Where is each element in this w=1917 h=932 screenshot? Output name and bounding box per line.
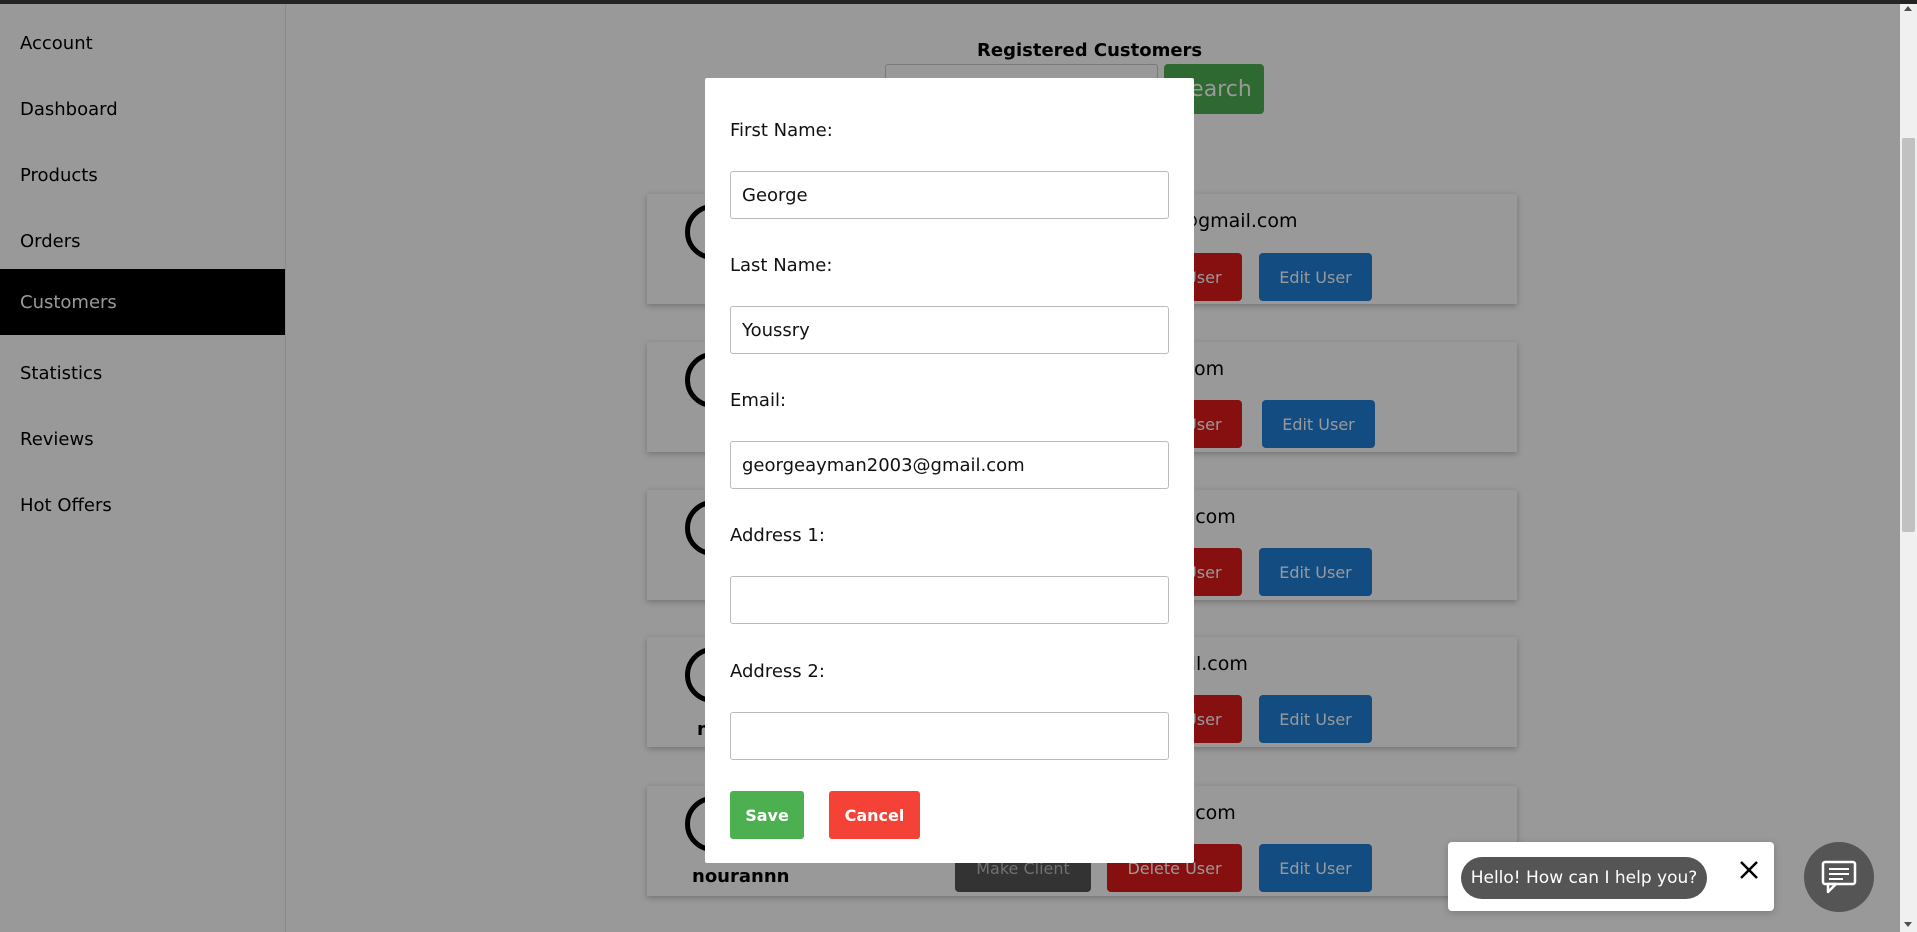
last-name-label: Last Name: [730,255,833,276]
address1-label: Address 1: [730,525,825,546]
chat-greeting[interactable]: Hello! How can I help you? [1461,857,1707,899]
address2-label: Address 2: [730,661,825,682]
address1-field[interactable] [730,576,1169,624]
address2-field[interactable] [730,712,1169,760]
cancel-button[interactable]: Cancel [829,791,920,839]
chat-greeting-popup: Hello! How can I help you? [1448,842,1774,911]
scroll-up-icon[interactable] [1904,6,1912,11]
edit-user-modal: First Name: George Last Name: Youssry Em… [705,78,1194,863]
email-field[interactable]: georgeayman2003@gmail.com [730,441,1169,489]
close-icon[interactable] [1735,856,1763,884]
page-scrollbar[interactable] [1900,4,1917,932]
chat-bubble-icon[interactable] [1804,842,1874,912]
scrollbar-thumb[interactable] [1902,138,1915,532]
last-name-field[interactable]: Youssry [730,306,1169,354]
save-button[interactable]: Save [730,791,804,839]
email-label: Email: [730,390,787,411]
first-name-label: First Name: [730,120,833,141]
first-name-field[interactable]: George [730,171,1169,219]
scroll-down-icon[interactable] [1904,922,1912,927]
